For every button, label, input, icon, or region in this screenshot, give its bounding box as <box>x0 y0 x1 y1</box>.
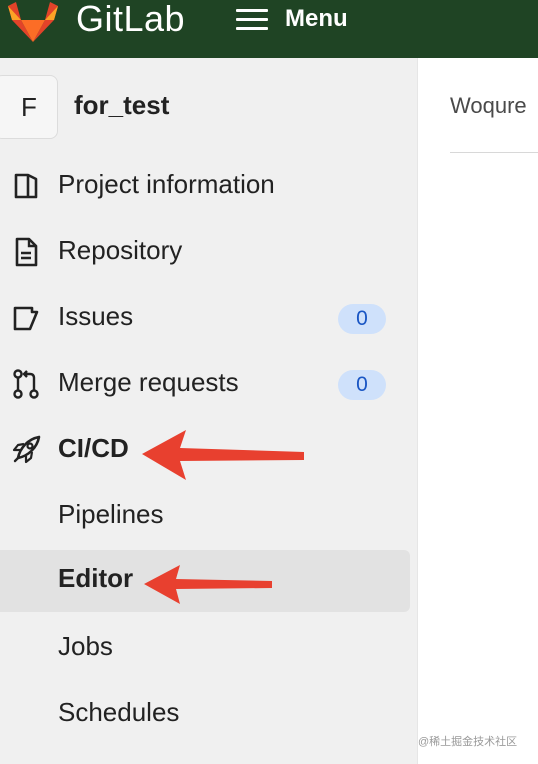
menu-button[interactable]: Menu <box>285 5 348 33</box>
project-avatar[interactable]: F <box>0 75 58 139</box>
sidebar-subitem-label: Editor <box>58 563 134 593</box>
sidebar-item-label: Issues <box>58 301 134 331</box>
sidebar-subitem-jobs[interactable]: Jobs <box>0 618 418 680</box>
sidebar-item-label: CI/CD <box>58 433 129 463</box>
watermark: @稀土掘金技术社区 <box>418 736 518 748</box>
sidebar-subitem-label: Schedules <box>58 697 180 727</box>
repository-icon <box>15 237 38 267</box>
rocket-icon <box>12 435 41 464</box>
merge-requests-count-badge: 0 <box>338 370 386 400</box>
sidebar-subitem-schedules[interactable]: Schedules <box>0 684 418 746</box>
top-navbar: GitLab Menu <box>0 0 538 58</box>
annotation-arrow-editor <box>144 565 272 604</box>
sidebar-subitem-label: Jobs <box>58 631 113 661</box>
sidebar-subitem-label: Pipelines <box>58 499 164 529</box>
main-content: Woqure <box>418 58 538 764</box>
sidebar-item-label: Repository <box>58 235 183 265</box>
sidebar-item-label: Merge requests <box>58 367 239 397</box>
sidebar-item-project-information[interactable]: Project information <box>0 156 418 216</box>
brand-name[interactable]: GitLab <box>76 0 185 40</box>
issues-count-badge: 0 <box>338 304 386 334</box>
content-heading: Woqure <box>450 93 527 118</box>
merge-requests-icon <box>13 369 39 399</box>
gitlab-logo-icon[interactable] <box>6 2 60 42</box>
sidebar-subitem-pipelines[interactable]: Pipelines <box>0 486 418 548</box>
project-name[interactable]: for_test <box>74 90 169 121</box>
sidebar-item-label: Project information <box>58 169 275 199</box>
annotation-arrow-cicd <box>142 430 304 480</box>
issues-icon <box>13 306 39 331</box>
sidebar-item-merge-requests[interactable]: Merge requests 0 <box>0 354 418 414</box>
content-divider <box>450 152 538 153</box>
project-sidebar: F for_test Project information Repositor… <box>0 58 418 764</box>
hamburger-menu-icon[interactable] <box>236 9 268 31</box>
project-information-icon <box>14 173 38 199</box>
sidebar-item-issues[interactable]: Issues 0 <box>0 288 418 348</box>
sidebar-item-repository[interactable]: Repository <box>0 222 418 282</box>
